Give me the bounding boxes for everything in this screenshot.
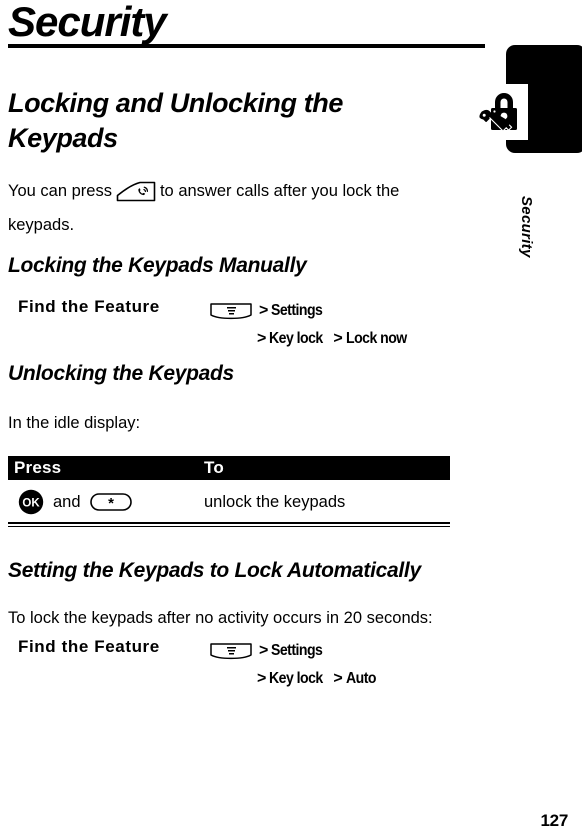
chapter-tab-label: Security — [518, 196, 535, 258]
menu-path-2: > Settings > Key lock > Auto — [206, 637, 486, 693]
page-number: 127 — [540, 811, 569, 830]
column-header-press: Press — [14, 458, 62, 477]
menu-path-2-line-1: > Settings — [206, 637, 486, 665]
manual-page: Security Security Locking and Unlocking … — [0, 0, 582, 839]
menu-item-lock-now: Lock now — [345, 330, 407, 347]
svg-text:OK: OK — [22, 498, 40, 510]
subsection-heading-unlocking: Unlocking the Keypads — [8, 362, 234, 385]
table-header-row: Press To — [8, 456, 450, 480]
press-to-table: Press To OK and * unlock the keypads — [8, 456, 450, 527]
subsection-heading-locking-manually: Locking the Keypads Manually — [8, 254, 307, 277]
menu-item-settings-2: Settings — [271, 642, 323, 659]
menu-item-key-lock: Key lock — [269, 330, 324, 347]
unlocking-intro: In the idle display: — [8, 414, 141, 432]
menu-separator-4: > — [259, 642, 269, 659]
intro-paragraph: You can press to answer calls after you … — [8, 174, 468, 242]
send-key-icon — [115, 179, 157, 203]
menu-separator-6: > — [333, 670, 343, 687]
table-bottom-border-thin — [8, 526, 450, 527]
ok-key-icon: OK — [17, 489, 45, 515]
menu-path-line-1: > Settings — [206, 297, 486, 325]
menu-item-settings: Settings — [271, 302, 323, 319]
menu-path-2-line-2: > Key lock > Auto — [254, 665, 486, 693]
table-row: OK and * unlock the keypads — [8, 480, 450, 522]
menu-separator-2: > — [257, 330, 267, 347]
auto-lock-intro: To lock the keypads after no activity oc… — [8, 609, 433, 627]
star-key-icon: * — [89, 490, 133, 514]
find-the-feature-label-2: Find the Feature — [18, 637, 160, 656]
menu-separator: > — [259, 302, 269, 319]
menu-item-key-lock-2: Key lock — [269, 670, 324, 687]
menu-path-line-2: > Key lock > Lock now — [254, 325, 486, 353]
menu-key-icon — [209, 642, 253, 662]
menu-item-auto: Auto — [345, 670, 376, 687]
menu-separator-3: > — [333, 330, 343, 347]
padlock-and-key-icon — [472, 84, 528, 140]
title-divider — [8, 44, 485, 48]
menu-separator-5: > — [257, 670, 267, 687]
subsection-heading-auto-lock: Setting the Keypads to Lock Automaticall… — [8, 559, 421, 582]
svg-text:*: * — [108, 495, 114, 512]
column-header-to: To — [204, 458, 224, 477]
find-the-feature-label: Find the Feature — [18, 297, 160, 316]
table-cell-to: unlock the keypads — [204, 492, 346, 511]
menu-path: > Settings > Key lock > Lock now — [206, 297, 486, 353]
conjunction-and: and — [53, 492, 81, 511]
menu-key-icon — [209, 302, 253, 322]
intro-text-before: You can press — [8, 182, 112, 200]
table-bottom-border-thick — [8, 522, 450, 524]
section-heading-locking-unlocking: Locking and Unlocking the Keypads — [8, 88, 344, 153]
table-cell-press: OK and * — [8, 489, 204, 515]
page-title: Security — [8, 0, 167, 45]
